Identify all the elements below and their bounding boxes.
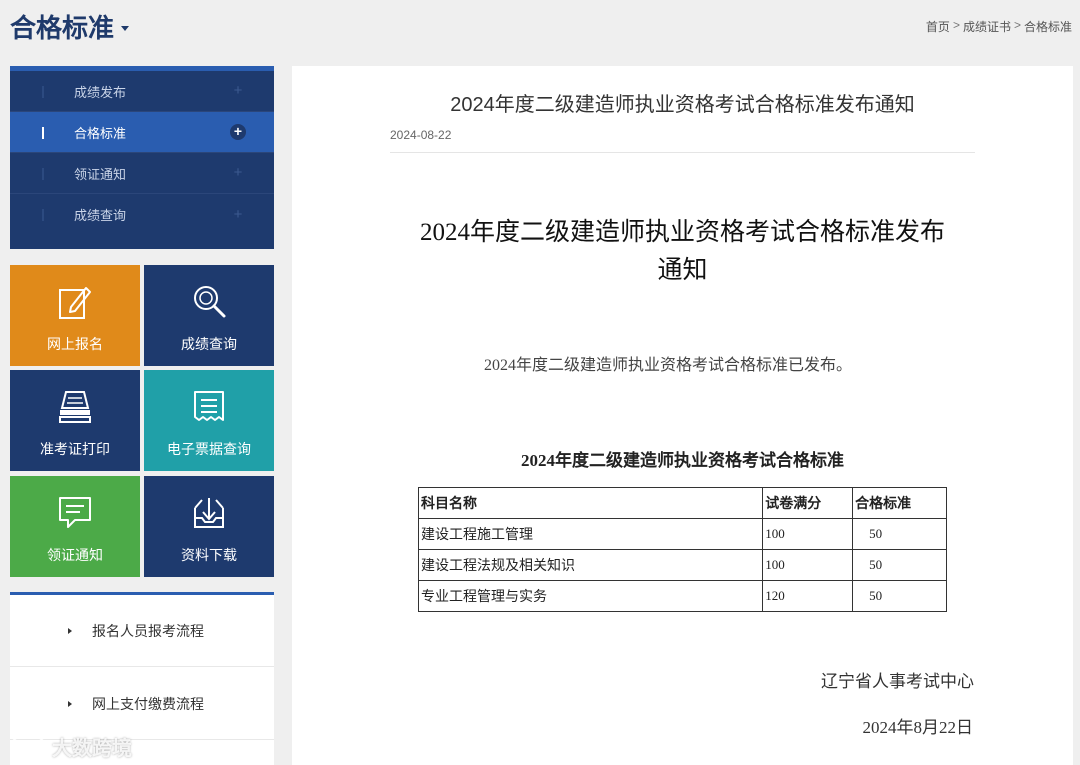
- watermark-text: 大数跨境: [52, 738, 132, 760]
- tile-label: 成绩查询: [181, 336, 237, 352]
- edit-icon: [59, 287, 91, 319]
- cell-full-score: 100: [762, 549, 854, 581]
- breadcrumb-certificates[interactable]: 成绩证书: [963, 18, 1011, 35]
- tile-admission-ticket-print[interactable]: 准考证打印: [10, 370, 140, 471]
- table-row: 建设工程施工管理 100 50: [417, 518, 947, 550]
- sidebar-item-score-query[interactable]: 成绩查询 +: [10, 194, 274, 235]
- article-panel: 2024年度二级建造师执业资格考试合格标准发布通知 2024-08-22 202…: [292, 66, 1073, 765]
- document-title-line: 2024年度二级建造师执业资格考试合格标准发布: [419, 219, 945, 246]
- article-title: 2024年度二级建造师执业资格考试合格标准发布通知: [450, 94, 915, 116]
- receipt-icon: [194, 391, 224, 421]
- table-header-row: 科目名称 试卷满分 合格标准: [417, 487, 947, 519]
- tile-material-download[interactable]: 资料下载: [144, 476, 274, 577]
- sidebar-item-score-release[interactable]: 成绩发布 +: [10, 71, 274, 112]
- sidebar-item-label: 领证通知: [74, 166, 127, 182]
- sidebar-item-pass-standard[interactable]: 合格标准 +: [10, 112, 274, 153]
- document-paragraph: 2024年度二级建造师执业资格考试合格标准已发布。: [484, 357, 853, 374]
- menu-marker: [42, 127, 44, 139]
- table-row: 建设工程法规及相关知识 100 50: [417, 549, 947, 581]
- page-title[interactable]: 合格标准: [10, 8, 130, 45]
- link-label: 网上支付缴费流程: [92, 695, 204, 712]
- issuer: 辽宁省人事考试中心: [821, 672, 974, 691]
- breadcrumb-current: 合格标准: [1023, 20, 1072, 34]
- tile-score-query[interactable]: 成绩查询: [144, 265, 274, 366]
- plus-icon[interactable]: +: [230, 124, 246, 140]
- cell-pass-score: 50: [852, 549, 947, 581]
- tile-label: 准考证打印: [40, 441, 110, 457]
- issue-date: 2024年8月22日: [862, 718, 974, 737]
- triangle-right-icon: [68, 700, 72, 707]
- document-title: 2024年度二级建造师执业资格考试合格标准发布 通知: [390, 214, 975, 290]
- table-row: 专业工程管理与实务 120 50: [417, 580, 947, 612]
- cell-full-score: 100: [762, 518, 854, 550]
- sidebar-item-certificate-notice[interactable]: 领证通知 +: [10, 153, 274, 194]
- plus-icon[interactable]: +: [230, 165, 246, 181]
- sidebar-item-label: 成绩查询: [74, 208, 127, 223]
- plus-icon[interactable]: +: [230, 206, 246, 223]
- article-date: 2024-08-22: [390, 128, 452, 142]
- cell-pass-score: 50: [852, 580, 947, 612]
- cell-full-score: 120: [762, 580, 854, 612]
- tile-e-receipt-query[interactable]: 电子票据查询: [144, 370, 274, 471]
- cell-subject: 专业工程管理与实务: [417, 580, 764, 612]
- menu-marker: [42, 168, 44, 180]
- page-title-text: 合格标准: [10, 13, 115, 43]
- tile-label: 资料下载: [181, 547, 237, 563]
- link-payment-process[interactable]: 网上支付缴费流程: [10, 668, 274, 740]
- sidebar-item-label: 合格标准: [74, 125, 127, 141]
- column-header-subject: 科目名称: [417, 487, 764, 519]
- link-registration-process[interactable]: 报名人员报考流程: [10, 595, 274, 667]
- column-header-full-score: 试卷满分: [762, 487, 854, 519]
- message-icon: [59, 497, 91, 528]
- search-icon: [194, 286, 226, 318]
- sidebar-item-label: 成绩发布: [74, 84, 127, 100]
- menu-marker: [42, 209, 44, 221]
- download-icon: [194, 498, 224, 528]
- menu-marker: [42, 86, 44, 98]
- quick-link-tiles: 网上报名 成绩查询 准考证打印 电子票据查询 领证通知 资料下载: [10, 265, 274, 577]
- column-header-pass-score: 合格标准: [852, 487, 947, 519]
- divider: [390, 152, 975, 153]
- triangle-right-icon: [68, 627, 72, 634]
- tile-label: 领证通知: [47, 547, 103, 563]
- breadcrumb-home[interactable]: 首页: [926, 18, 950, 35]
- breadcrumb-separator: >: [1013, 18, 1021, 32]
- cell-subject: 建设工程施工管理: [417, 518, 764, 550]
- table-title: 2024年度二级建造师执业资格考试合格标准: [521, 451, 844, 470]
- tile-label: 电子票据查询: [167, 441, 251, 457]
- cell-pass-score: 50: [852, 518, 947, 550]
- printer-icon: [59, 391, 91, 423]
- breadcrumb: 首页 > 成绩证书 > 合格标准: [926, 18, 1072, 35]
- caret-down-icon[interactable]: [121, 26, 130, 31]
- watermark-logo-icon: [10, 735, 46, 758]
- plus-icon[interactable]: +: [230, 83, 246, 99]
- sidebar-menu: 成绩发布 + 合格标准 + 领证通知 + 成绩查询 +: [10, 66, 274, 249]
- tile-label: 网上报名: [47, 336, 103, 352]
- tile-certificate-notice[interactable]: 领证通知: [10, 476, 140, 577]
- watermark: 大数跨境: [10, 732, 132, 761]
- document-title-line: 通知: [657, 257, 708, 284]
- breadcrumb-separator: >: [952, 18, 960, 32]
- tile-online-registration[interactable]: 网上报名: [10, 265, 140, 366]
- link-label: 报名人员报考流程: [92, 622, 204, 639]
- pass-standard-table: 科目名称 试卷满分 合格标准 建设工程施工管理 100 50 建设工程法规及相关…: [417, 487, 947, 612]
- cell-subject: 建设工程法规及相关知识: [417, 549, 764, 581]
